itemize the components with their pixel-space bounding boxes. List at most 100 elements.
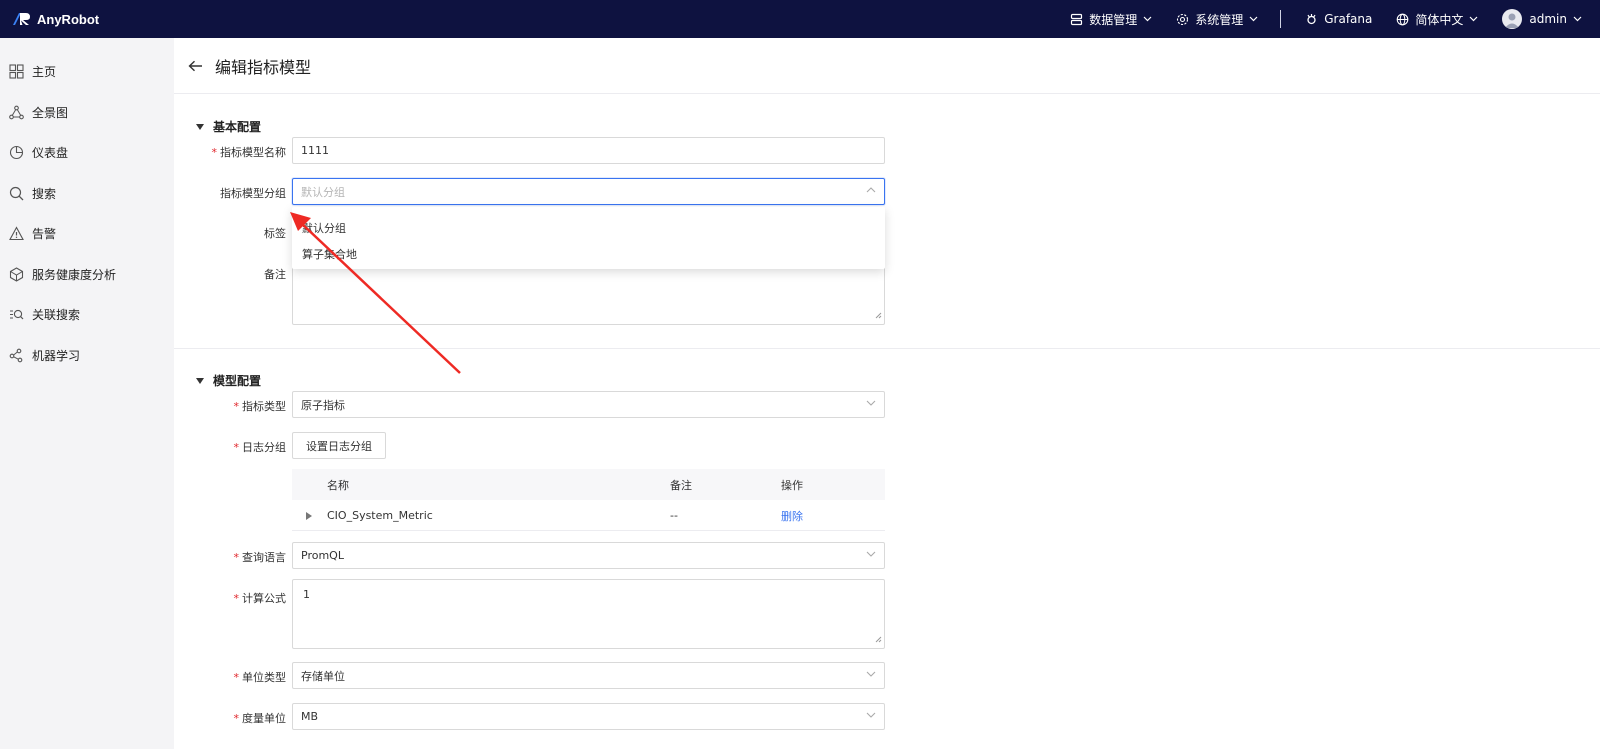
section-title: 基本配置 (213, 120, 262, 134)
column-header-remark: 备注 (670, 478, 692, 492)
model-group-label: 指标模型分组 (220, 187, 286, 200)
back-arrow-icon[interactable] (188, 60, 203, 72)
chevron-down-icon (866, 400, 876, 406)
app-logo[interactable]: AnyRobot (12, 12, 99, 27)
collapse-triangle-icon (196, 377, 204, 384)
formula-textarea[interactable]: 1 (292, 579, 885, 649)
set-log-group-button[interactable]: 设置日志分组 (292, 432, 386, 459)
metric-type-select[interactable]: 原子指标 (292, 391, 885, 418)
sidebar-item-label: 机器学习 (32, 349, 81, 363)
nodes-icon (8, 348, 24, 364)
system-management-label: 系统管理 (1195, 12, 1244, 27)
section-divider (174, 348, 1600, 349)
data-management-label: 数据管理 (1089, 12, 1138, 27)
grafana-link[interactable]: Grafana (1305, 12, 1372, 26)
warning-icon (8, 226, 24, 242)
search-icon (8, 186, 24, 202)
unit-type-select[interactable]: 存储单位 (292, 662, 885, 689)
sidebar-item-correlation-search[interactable]: 关联搜索 (8, 306, 80, 323)
chevron-down-icon (866, 671, 876, 677)
avatar (1502, 9, 1523, 29)
top-navigation-bar: AnyRobot 数据管理 系统管理 Grafana 简体中文 admin (0, 0, 1600, 38)
main-content: 编辑指标模型 基本配置 * 指标模型名称 1111 指标模型分组 默认分组 标签 … (174, 38, 1600, 749)
language-selector[interactable]: 简体中文 (1396, 11, 1478, 28)
system-management-menu[interactable]: 系统管理 (1176, 11, 1258, 28)
measure-unit-value: MB (301, 710, 319, 723)
sidebar-item-label: 服务健康度分析 (32, 268, 117, 282)
resize-handle-icon[interactable] (875, 309, 882, 322)
page-title: 编辑指标模型 (215, 57, 312, 77)
sidebar-item-search[interactable]: 搜索 (8, 185, 56, 202)
sidebar-item-machine-learning[interactable]: 机器学习 (8, 347, 80, 364)
chevron-down-icon (1249, 16, 1258, 22)
dropdown-option[interactable]: 默认分组 (302, 220, 346, 236)
measure-unit-label: * 度量单位 (233, 712, 287, 725)
sidebar-item-label: 主页 (32, 65, 57, 79)
column-header-name: 名称 (327, 478, 349, 492)
section-title: 模型配置 (213, 374, 262, 388)
app-name: AnyRobot (37, 11, 100, 27)
sidebar-item-service-health[interactable]: 服务健康度分析 (8, 266, 116, 283)
chevron-down-icon (866, 712, 876, 718)
grid-icon (8, 64, 24, 80)
gear-icon (1176, 13, 1189, 26)
sidebar-item-label: 搜索 (32, 187, 57, 201)
remark-label: 备注 (264, 268, 286, 281)
sidebar-item-label: 仪表盘 (32, 146, 69, 160)
sidebar-item-panorama[interactable]: 全景图 (8, 104, 68, 121)
sidebar-item-alert[interactable]: 告警 (8, 225, 56, 242)
query-language-label: * 查询语言 (233, 551, 287, 564)
delete-link[interactable]: 删除 (781, 500, 803, 531)
row-name: CIO_System_Metric (327, 509, 433, 522)
page-header: 编辑指标模型 (174, 38, 1600, 94)
formula-label: * 计算公式 (233, 592, 287, 605)
table-row: CIO_System_Metric -- 删除 (292, 500, 885, 531)
model-group-placeholder: 默认分组 (301, 185, 345, 199)
unit-type-value: 存储单位 (301, 669, 345, 683)
anyrobot-logo-icon (12, 12, 32, 26)
globe-icon (1396, 13, 1409, 26)
grafana-icon (1305, 13, 1318, 26)
model-group-select[interactable]: 默认分组 (292, 178, 885, 205)
nav-separator (1280, 10, 1282, 28)
username: admin (1529, 12, 1567, 26)
query-language-value: PromQL (301, 549, 344, 562)
cube-icon (8, 267, 24, 283)
topology-icon (8, 105, 24, 121)
metric-type-label: * 指标类型 (233, 400, 287, 413)
sidebar: 主页 全景图 仪表盘 搜索 告警 服务健康度分析 关联搜索 机器学习 (0, 38, 174, 749)
sidebar-item-dashboard[interactable]: 仪表盘 (8, 144, 68, 161)
sidebar-item-home[interactable]: 主页 (8, 63, 56, 80)
chevron-down-icon (1469, 16, 1478, 22)
chevron-down-icon (1143, 16, 1152, 22)
user-menu[interactable]: admin (1502, 9, 1582, 29)
measure-unit-select[interactable]: MB (292, 703, 885, 730)
model-name-input[interactable]: 1111 (292, 137, 885, 164)
section-model-config[interactable]: 模型配置 (196, 372, 261, 389)
group-dropdown-menu: 默认分组 算子集合地 (292, 207, 885, 269)
query-language-select[interactable]: PromQL (292, 542, 885, 569)
formula-value: 1 (303, 588, 310, 601)
language-label: 简体中文 (1415, 12, 1464, 27)
dropdown-option[interactable]: 算子集合地 (302, 246, 357, 262)
data-management-menu[interactable]: 数据管理 (1070, 11, 1152, 28)
grafana-label: Grafana (1324, 12, 1373, 26)
resize-handle-icon[interactable] (875, 633, 882, 646)
sidebar-item-label: 告警 (32, 227, 57, 241)
sidebar-item-label: 全景图 (32, 106, 69, 120)
row-remark: -- (670, 509, 678, 522)
unit-type-label: * 单位类型 (233, 671, 287, 684)
metric-type-value: 原子指标 (301, 398, 345, 412)
chevron-up-icon (866, 187, 876, 193)
row-expand-icon[interactable] (306, 500, 312, 531)
table-header: 名称 备注 操作 (292, 469, 885, 500)
chevron-down-icon (1573, 16, 1582, 22)
database-icon (1070, 13, 1083, 26)
pie-chart-icon (8, 145, 24, 161)
section-basic-config[interactable]: 基本配置 (196, 118, 261, 135)
chevron-down-icon (866, 551, 876, 557)
tags-label: 标签 (264, 227, 286, 240)
model-name-label: * 指标模型名称 (211, 146, 287, 159)
list-search-icon (8, 307, 24, 323)
model-name-value: 1111 (301, 144, 329, 157)
